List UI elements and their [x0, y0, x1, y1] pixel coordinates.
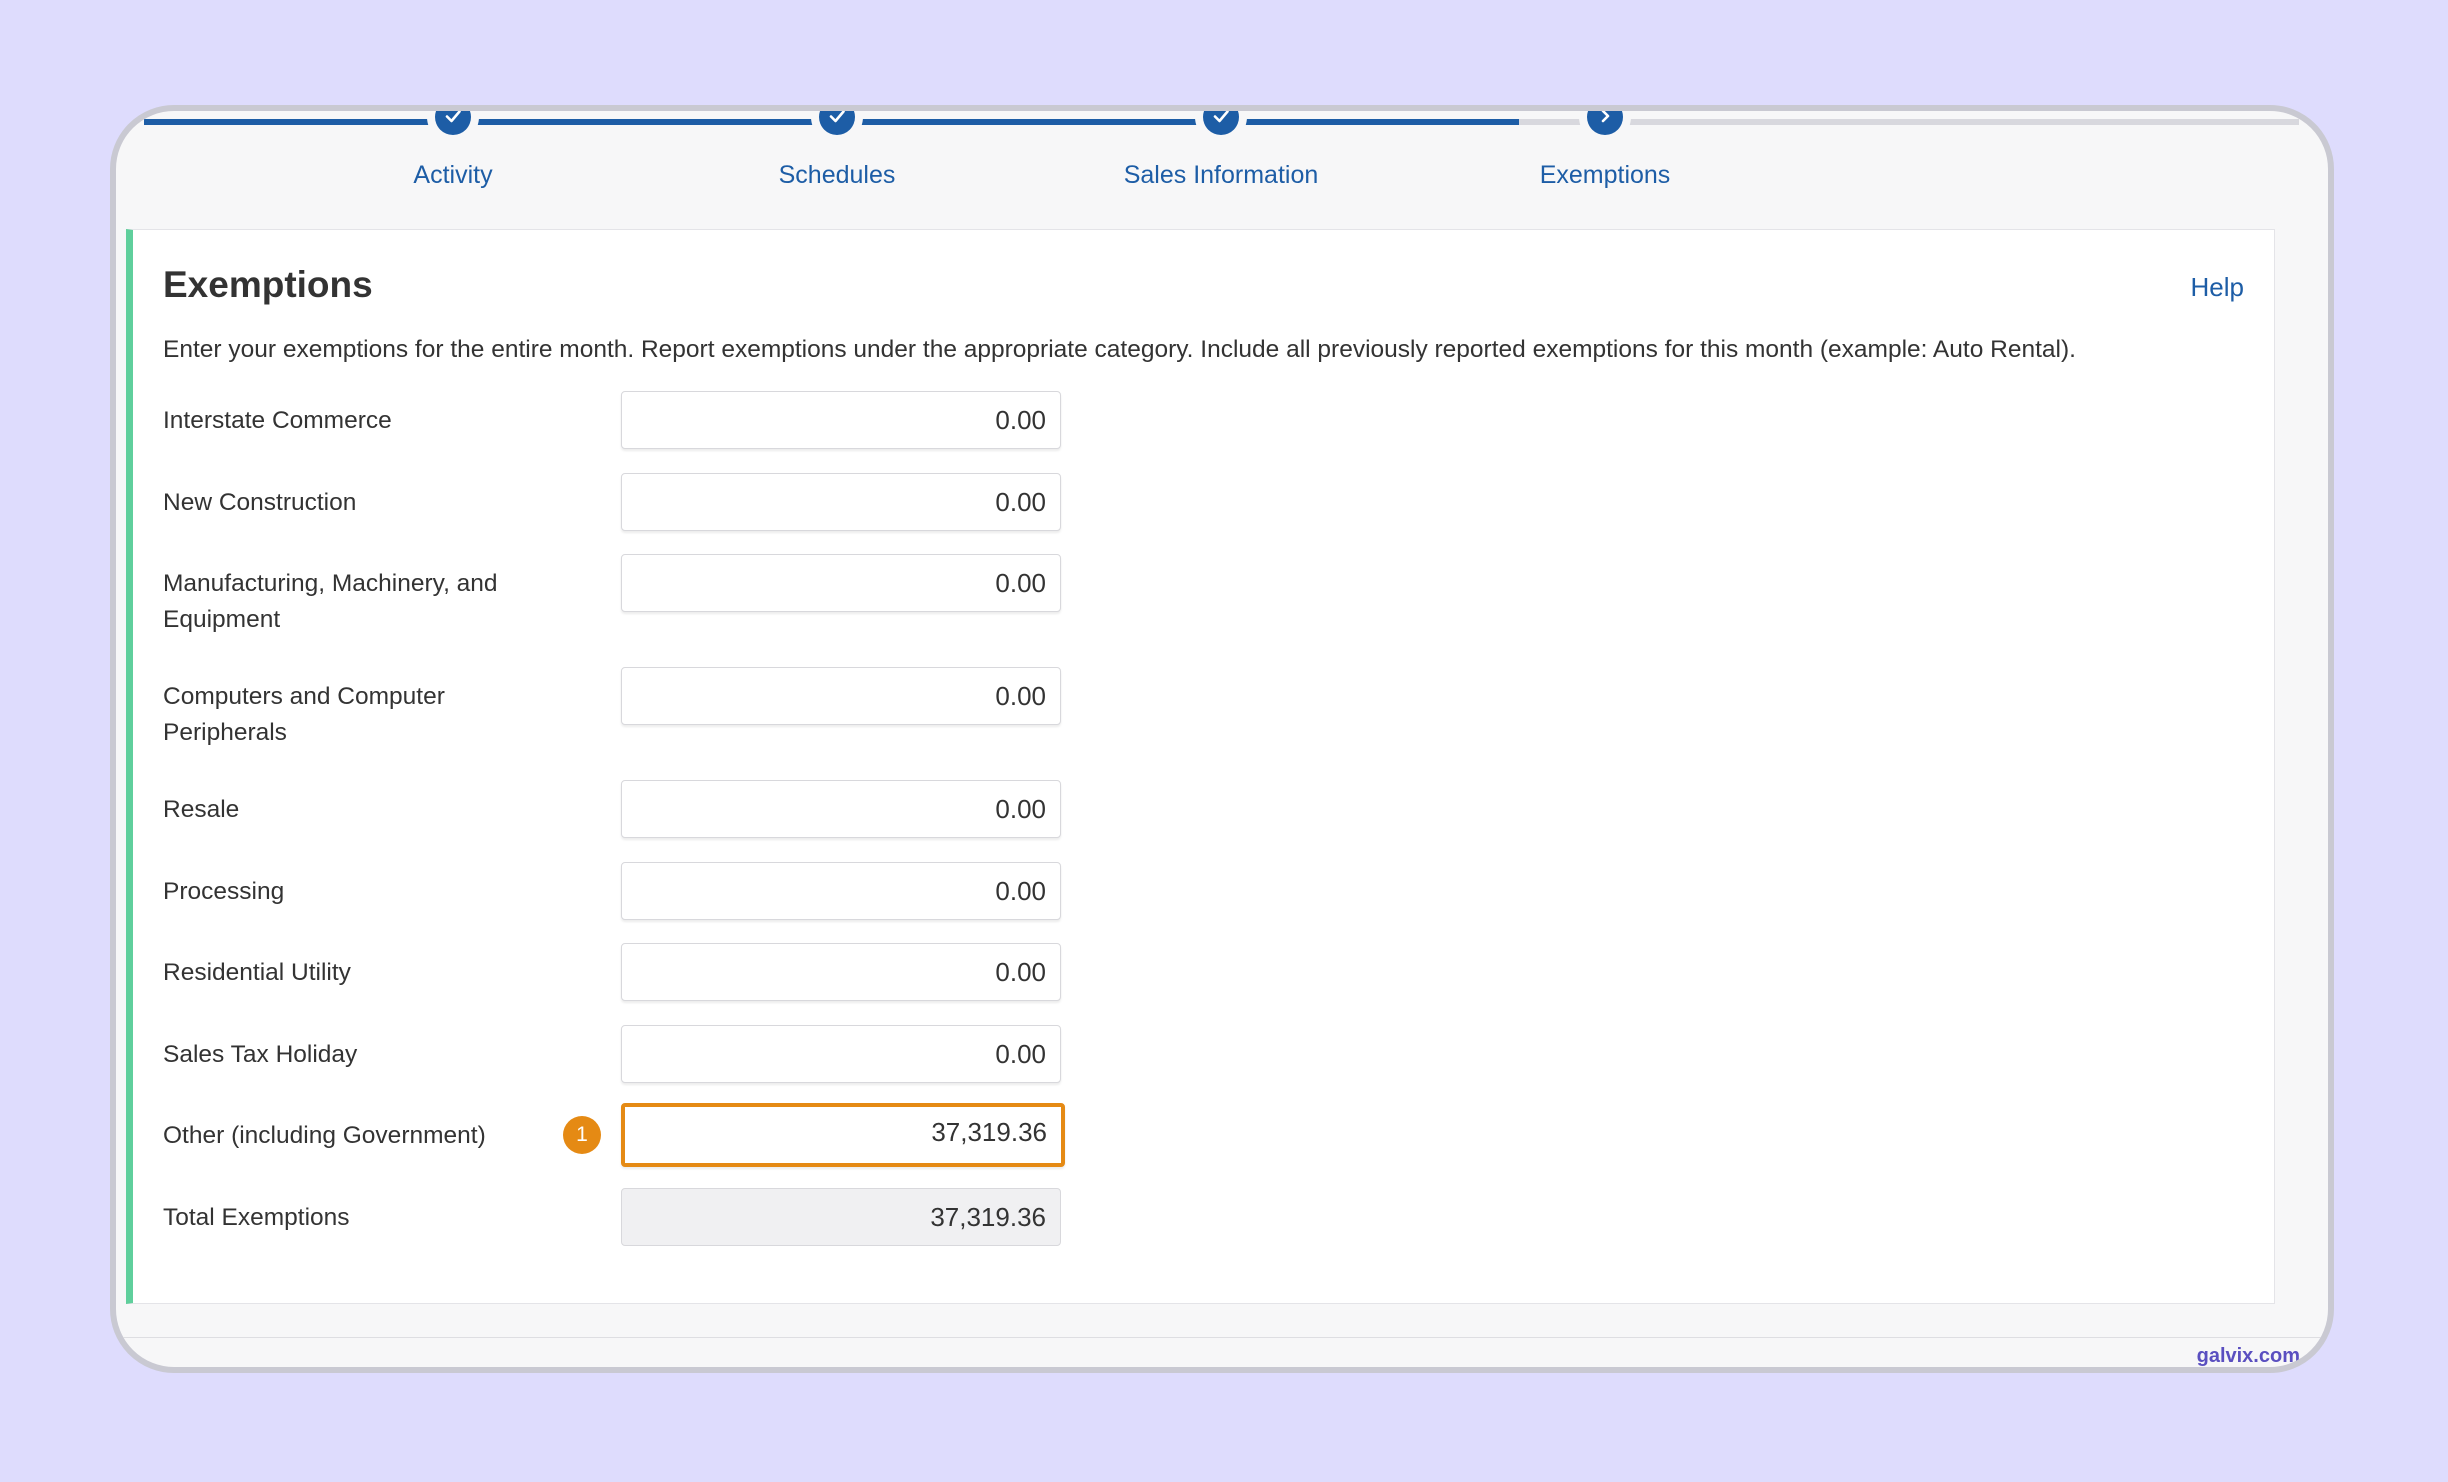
field-label: Interstate Commerce	[163, 407, 392, 434]
help-link[interactable]: Help	[2191, 272, 2244, 303]
step-label: Sales Information	[1123, 161, 1319, 189]
exemptions-panel: Exemptions Help Enter your exemptions fo…	[126, 229, 2275, 1304]
progress-stepper: Activity Schedules Sales Information Exe…	[116, 111, 2328, 231]
watermark: galvix.com	[2196, 1345, 2300, 1367]
check-icon	[1203, 111, 1239, 135]
interstate-commerce-input[interactable]: 0.00	[621, 391, 1061, 449]
computers-peripherals-input[interactable]: 0.00	[621, 667, 1061, 725]
new-construction-input[interactable]: 0.00	[621, 473, 1061, 531]
field-label: Total Exemptions	[163, 1204, 350, 1231]
field-label: Sales Tax Holiday	[163, 1041, 358, 1068]
step-label: Activity	[413, 161, 493, 189]
field-label: New Construction	[163, 489, 357, 516]
total-exemptions-value: 37,319.36	[621, 1188, 1061, 1246]
chevron-right-icon	[1587, 111, 1623, 135]
section-title: Exemptions	[163, 264, 373, 305]
field-label: Resale	[163, 796, 240, 823]
check-icon	[819, 111, 855, 135]
field-label: Manufacturing, Machinery, and Equipment	[163, 570, 498, 633]
resale-input[interactable]: 0.00	[621, 780, 1061, 838]
field-label: Other (including Government)	[163, 1122, 486, 1149]
processing-input[interactable]: 0.00	[621, 862, 1061, 920]
footer-divider	[116, 1337, 2328, 1338]
step-label: Exemptions	[1539, 161, 1671, 189]
field-label: Residential Utility	[163, 959, 351, 986]
section-intro: Enter your exemptions for the entire mon…	[163, 336, 2076, 363]
sales-tax-holiday-input[interactable]: 0.00	[621, 1025, 1061, 1083]
manufacturing-machinery-equipment-input[interactable]: 0.00	[621, 554, 1061, 612]
stepper-track-remaining	[1519, 119, 2299, 125]
other-including-government-input[interactable]: 37,319.36	[621, 1103, 1065, 1167]
step-label: Schedules	[778, 161, 896, 189]
step-number-badge: 1	[563, 1116, 601, 1154]
field-label: Computers and Computer Peripherals	[163, 683, 445, 746]
app-window: Activity Schedules Sales Information Exe…	[110, 105, 2334, 1373]
check-icon	[435, 111, 471, 135]
residential-utility-input[interactable]: 0.00	[621, 943, 1061, 1001]
field-label: Processing	[163, 878, 285, 905]
